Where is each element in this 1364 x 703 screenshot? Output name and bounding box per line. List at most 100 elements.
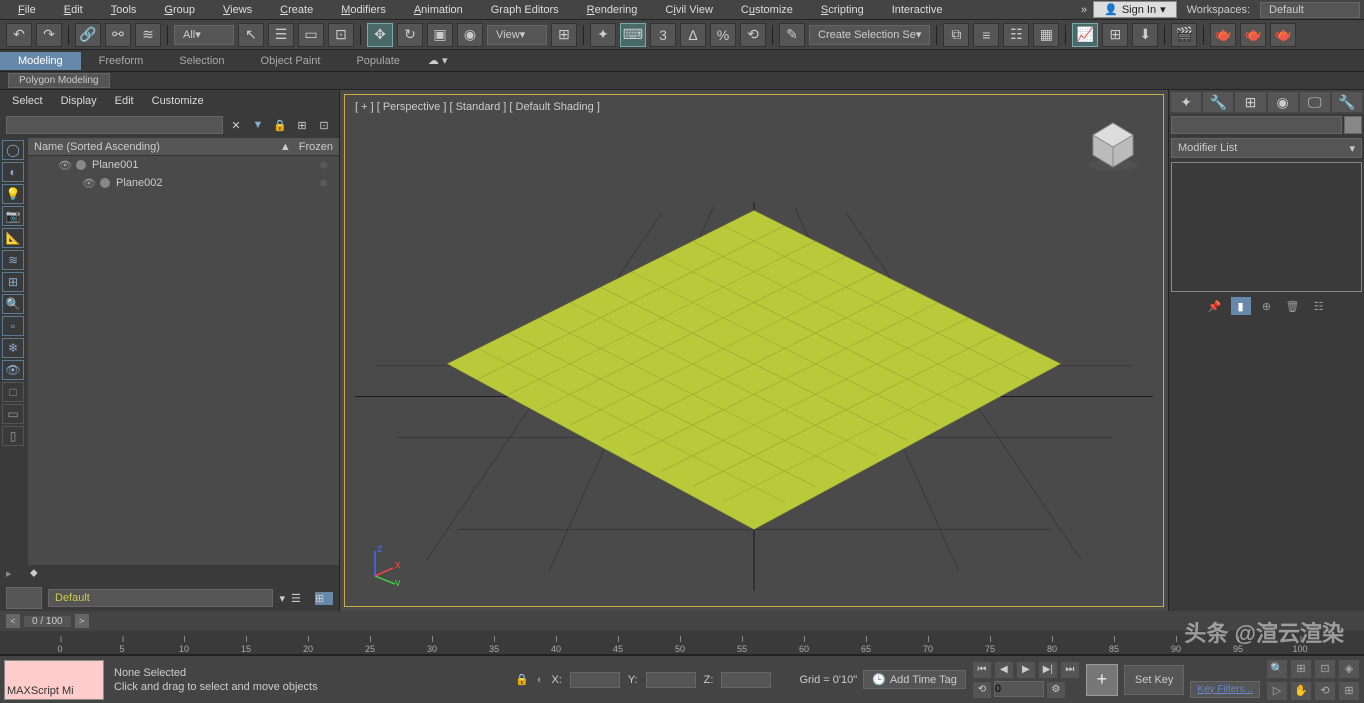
cmd-tab-hierarchy[interactable]: ⊞ [1235, 92, 1265, 112]
ribbon-tab-modeling[interactable]: Modeling [0, 52, 81, 70]
visibility-icon[interactable]: 👁 [82, 177, 94, 190]
ribbon-toggle-icon[interactable]: ☁ ▾ [428, 54, 448, 67]
menu-more-icon[interactable]: » [1081, 4, 1087, 16]
zoom-extents-all-icon[interactable]: ◈ [1338, 659, 1360, 679]
time-prev-button[interactable]: < [6, 614, 20, 628]
coord-x-input[interactable] [570, 672, 620, 688]
filter-bone-icon[interactable]: ❄ [2, 338, 24, 358]
key-filters-button[interactable]: Key Filters... [1190, 681, 1260, 698]
menu-modifiers[interactable]: Modifiers [327, 2, 400, 18]
menu-animation[interactable]: Animation [400, 2, 477, 18]
show-result-icon[interactable]: ▮ [1231, 297, 1251, 315]
curve-editor-button[interactable]: 📈 [1072, 23, 1098, 47]
sync-icon[interactable]: ⊡ [315, 116, 333, 134]
filter-groups-icon[interactable]: 🔍 [2, 294, 24, 314]
modifier-list-select[interactable]: Modifier List ▾ [1171, 138, 1362, 158]
scene-search-input[interactable] [6, 116, 223, 134]
snap-toggle-button[interactable]: 3 [650, 23, 676, 47]
layer-add-icon[interactable]: ⊞ [315, 592, 333, 605]
filter-containers-icon[interactable]: 👁 [2, 360, 24, 380]
bind-button[interactable]: ≋ [135, 23, 161, 47]
render-production-button[interactable]: 🫖 [1240, 23, 1266, 47]
ribbon-tab-freeform[interactable]: Freeform [81, 52, 162, 70]
goto-end-button[interactable]: ⏭ [1060, 661, 1080, 679]
filter-icon[interactable]: ▼ [249, 116, 267, 134]
scene-col-name[interactable]: Name (Sorted Ascending) [34, 141, 280, 153]
viewport-label[interactable]: [ + ] [ Perspective ] [ Standard ] [ Def… [355, 101, 600, 113]
angle-snap-button[interactable]: ∆ [680, 23, 706, 47]
window-crossing-button[interactable]: ⊡ [328, 23, 354, 47]
coord-y-input[interactable] [646, 672, 696, 688]
maximize-viewport-icon[interactable]: ⊞ [1338, 681, 1360, 701]
refcoord-select[interactable]: View ▾ [487, 25, 547, 45]
unlink-button[interactable]: ⚯ [105, 23, 131, 47]
timeline-ruler[interactable]: 0510152025303540455055606570758085909510… [0, 631, 1364, 655]
select-rect-button[interactable]: ▭ [298, 23, 324, 47]
pin-stack-icon[interactable]: 📌 [1205, 297, 1225, 315]
scene-menu-select[interactable]: Select [12, 95, 43, 107]
play-button[interactable]: ▶ [1016, 661, 1036, 679]
mirror-button[interactable]: ⧉ [943, 23, 969, 47]
expand-icon[interactable]: ▸ [6, 567, 26, 583]
filter-cameras-icon[interactable]: 📐 [2, 228, 24, 248]
edit-selection-button[interactable]: ✎ [779, 23, 805, 47]
orbit-icon[interactable]: ⟲ [1314, 681, 1336, 701]
signin-button[interactable]: 👤 Sign In ▾ [1093, 1, 1176, 18]
frame-input[interactable] [994, 681, 1044, 697]
menu-civilview[interactable]: Civil View [651, 2, 727, 18]
align-button[interactable]: ≡ [973, 23, 999, 47]
filter-lights-icon[interactable]: 📷 [2, 206, 24, 226]
freeze-icon[interactable]: ❄ [319, 159, 333, 172]
pivot-button[interactable]: ⊞ [551, 23, 577, 47]
fov-icon[interactable]: ▷ [1266, 681, 1288, 701]
lock-selection-icon[interactable]: 🔒 [515, 673, 529, 686]
menu-scripting[interactable]: Scripting [807, 2, 878, 18]
add-time-tag-button[interactable]: 🕒 Add Time Tag [863, 670, 966, 689]
ribbon-tab-populate[interactable]: Populate [338, 52, 417, 70]
link-button[interactable]: 🔗 [75, 23, 101, 47]
maxscript-listener[interactable]: MAXScript Mi [4, 660, 104, 700]
render-frame-button[interactable]: 🫖 [1210, 23, 1236, 47]
undo-button[interactable]: ↶ [6, 23, 32, 47]
visibility-icon[interactable]: 👁 [58, 159, 70, 172]
make-unique-icon[interactable]: ⊕ [1257, 297, 1277, 315]
filter-shapes-icon[interactable]: 💡 [2, 184, 24, 204]
menu-group[interactable]: Group [150, 2, 209, 18]
modifier-stack[interactable] [1171, 162, 1362, 292]
spinner-snap-button[interactable]: ⟲ [740, 23, 766, 47]
ribbon-tab-selection[interactable]: Selection [161, 52, 242, 70]
autokey-button[interactable]: + [1086, 664, 1118, 696]
viewport-perspective[interactable]: [ + ] [ Perspective ] [ Standard ] [ Def… [344, 94, 1164, 607]
remove-modifier-icon[interactable]: 🗑 [1283, 297, 1303, 315]
keyboard-shortcut-button[interactable]: ⌨ [620, 23, 646, 47]
goto-start-button[interactable]: ⏮ [972, 661, 992, 679]
menu-interactive[interactable]: Interactive [878, 2, 957, 18]
scene-row[interactable]: 👁 Plane001 ❄ [28, 156, 339, 174]
viewcube[interactable] [1083, 115, 1143, 175]
prev-frame-button[interactable]: ◀ [994, 661, 1014, 679]
scale-button[interactable]: ▣ [427, 23, 453, 47]
layer-stack-icon[interactable]: ☰ [291, 592, 309, 605]
cmd-tab-motion[interactable]: ◉ [1268, 92, 1298, 112]
time-slider-label[interactable]: 0 / 100 [24, 616, 71, 627]
ribbon-tab-objectpaint[interactable]: Object Paint [243, 52, 339, 70]
layer-select[interactable]: Default [48, 589, 273, 607]
view-mode-icon[interactable]: ⊞ [293, 116, 311, 134]
menu-file[interactable]: File [4, 2, 50, 18]
menu-rendering[interactable]: Rendering [573, 2, 652, 18]
freeze-icon[interactable]: ❄ [319, 177, 333, 190]
configure-sets-icon[interactable]: ☷ [1309, 297, 1329, 315]
scene-menu-edit[interactable]: Edit [115, 95, 134, 107]
filter-helpers-icon[interactable]: ≋ [2, 250, 24, 270]
time-config-button[interactable]: ⚙ [1046, 681, 1066, 699]
subribbon-polygonmodeling[interactable]: Polygon Modeling [8, 73, 110, 88]
cmd-tab-modify[interactable]: 🔧 [1203, 92, 1233, 112]
toggle-ribbon-button[interactable]: ▦ [1033, 23, 1059, 47]
lock-icon[interactable]: 🔒 [271, 116, 289, 134]
filter-spacewarps-icon[interactable]: ⊞ [2, 272, 24, 292]
scene-tool-icon[interactable]: ⬥ [30, 567, 50, 583]
zoom-icon[interactable]: 🔍 [1266, 659, 1288, 679]
zoom-all-icon[interactable]: ⊞ [1290, 659, 1312, 679]
cmd-tab-utilities[interactable]: 🔧 [1332, 92, 1362, 112]
rotate-button[interactable]: ↻ [397, 23, 423, 47]
